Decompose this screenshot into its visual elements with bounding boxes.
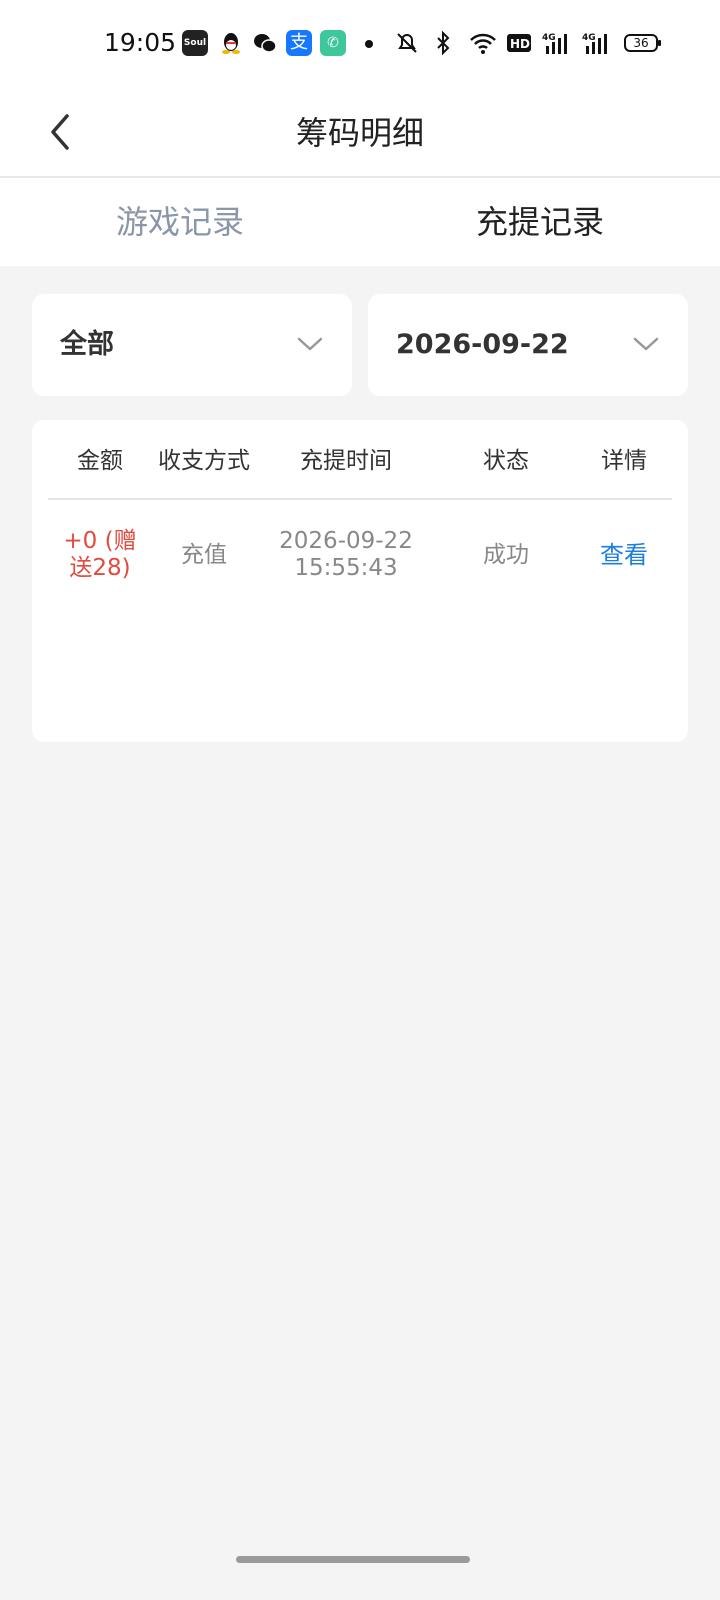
filter-bar: 全部 2026-09-22 bbox=[32, 294, 688, 396]
bluetooth-icon bbox=[432, 30, 456, 56]
table-row: +0 (赠送28) 充值 2026-09-22 15:55:43 成功 查看 bbox=[48, 500, 672, 610]
row-method: 充值 bbox=[181, 541, 227, 568]
alipay-icon: 支 bbox=[286, 30, 312, 56]
svg-text:4G: 4G bbox=[582, 33, 596, 43]
page-title: 筹码明细 bbox=[295, 114, 424, 152]
home-indicator[interactable] bbox=[236, 1556, 470, 1563]
qq-icon bbox=[218, 30, 244, 56]
column-header-detail: 详情 bbox=[601, 448, 647, 474]
svg-text:4G: 4G bbox=[542, 33, 556, 43]
header: 筹码明细 bbox=[0, 88, 720, 176]
column-header-time: 充提时间 bbox=[300, 448, 392, 474]
notification-dot-icon bbox=[365, 40, 373, 48]
type-filter-value: 全部 bbox=[60, 329, 114, 360]
row-date: 2026-09-22 bbox=[279, 528, 413, 554]
tab-game-records[interactable]: 游戏记录 bbox=[0, 178, 360, 266]
mute-icon bbox=[392, 30, 422, 56]
row-time: 2026-09-22 15:55:43 bbox=[256, 528, 436, 582]
svg-text:HD: HD bbox=[510, 37, 530, 51]
tab-bar: 游戏记录 充提记录 bbox=[0, 178, 720, 266]
column-header-status: 状态 bbox=[483, 448, 529, 474]
view-detail-link[interactable]: 查看 bbox=[576, 541, 672, 569]
chevron-down-icon bbox=[297, 337, 323, 351]
signal-4g-icon: 4G bbox=[542, 30, 574, 56]
hd-icon: HD bbox=[506, 30, 532, 56]
soul-icon: Soul bbox=[182, 30, 208, 56]
status-time: 19:05 bbox=[104, 28, 177, 57]
signal-4g-icon: 4G bbox=[582, 30, 614, 56]
records-table: 金额 收支方式 充提时间 状态 详情 +0 (赠送28) 充值 2026-09-… bbox=[32, 420, 688, 742]
battery-icon: 36 bbox=[624, 34, 661, 52]
wechat-icon bbox=[252, 30, 278, 56]
date-filter-dropdown[interactable]: 2026-09-22 bbox=[368, 294, 688, 396]
column-header-amount: 金额 bbox=[77, 448, 123, 474]
row-status: 成功 bbox=[483, 541, 529, 568]
column-header-method: 收支方式 bbox=[158, 448, 250, 474]
phone-icon: ✆ bbox=[320, 30, 346, 56]
table-header: 金额 收支方式 充提时间 状态 详情 bbox=[48, 420, 672, 500]
tab-deposit-withdraw-records[interactable]: 充提记录 bbox=[360, 178, 720, 266]
chevron-down-icon bbox=[633, 337, 659, 351]
row-clock: 15:55:43 bbox=[294, 555, 398, 581]
wifi-icon bbox=[468, 30, 498, 56]
date-filter-value: 2026-09-22 bbox=[396, 329, 569, 360]
type-filter-dropdown[interactable]: 全部 bbox=[32, 294, 352, 396]
row-amount: +0 (赠送28) bbox=[63, 528, 137, 581]
status-bar: 19:05 Soul 支 ✆ HD 4G 4G 36 bbox=[0, 0, 720, 88]
